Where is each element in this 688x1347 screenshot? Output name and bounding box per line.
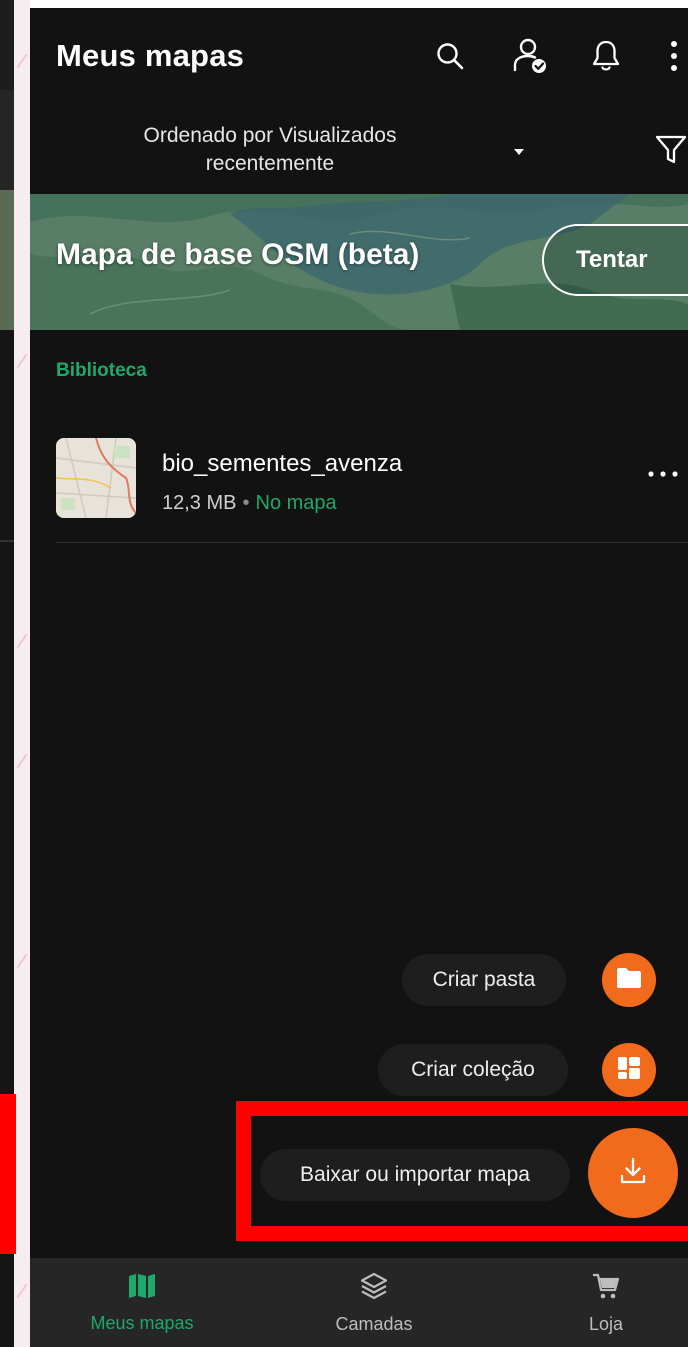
adjacent-screen-sliver [0,0,30,1347]
collection-icon [616,1055,642,1086]
app-bar: Meus mapas [30,8,688,104]
map-name: bio_sementes_avenza [162,450,403,477]
more-vertical-icon[interactable] [660,34,688,78]
nav-item-store[interactable]: Loja [546,1258,666,1347]
create-folder-label[interactable]: Criar pasta [402,954,566,1006]
map-thumbnail [56,438,136,518]
nav-label-my-maps: Meus mapas [90,1312,194,1333]
layers-icon [359,1271,389,1306]
page-title: Meus mapas [56,38,245,73]
map-status: No mapa [255,492,337,514]
bell-icon[interactable] [586,34,626,78]
banner-title: Mapa de base OSM (beta) [56,238,420,271]
search-icon[interactable] [430,34,470,78]
nav-item-my-maps[interactable]: Meus mapas [62,1258,222,1347]
list-divider [56,542,688,543]
map-list-item[interactable]: bio_sementes_avenza 12,3 MB • No mapa [30,426,688,542]
separator-dot: • [242,492,250,514]
nav-label-store: Loja [588,1313,624,1334]
bottom-navigation: Meus mapas Camadas Loja [30,1258,688,1347]
caret-down-icon[interactable] [512,144,526,162]
highlight-box [236,1101,688,1241]
folder-icon [615,966,643,995]
library-section-label: Biblioteca [56,360,147,381]
sort-bar[interactable]: Ordenado por Visualizados recentemente [30,104,688,194]
map-icon [127,1272,157,1305]
create-collection-button[interactable] [602,1043,656,1097]
app-screen: Meus mapas Ordenado por Visualizados rec… [30,8,688,1347]
more-horizontal-icon[interactable] [646,466,680,484]
nav-label-layers: Camadas [335,1313,413,1334]
create-collection-label[interactable]: Criar coleção [378,1044,568,1096]
adjacent-highlight-box [0,1094,16,1254]
account-check-icon[interactable] [510,34,550,78]
try-button[interactable]: Tentar [542,224,688,296]
nav-item-layers[interactable]: Camadas [294,1258,454,1347]
map-meta: 12,3 MB • No mapa [162,492,337,515]
filter-icon[interactable] [654,134,688,171]
osm-basemap-banner[interactable]: Mapa de base OSM (beta) Tentar [30,194,688,330]
map-size: 12,3 MB [162,492,237,514]
sort-label[interactable]: Ordenado por Visualizados recentemente [100,122,440,178]
cart-icon [591,1271,621,1306]
create-folder-button[interactable] [602,953,656,1007]
